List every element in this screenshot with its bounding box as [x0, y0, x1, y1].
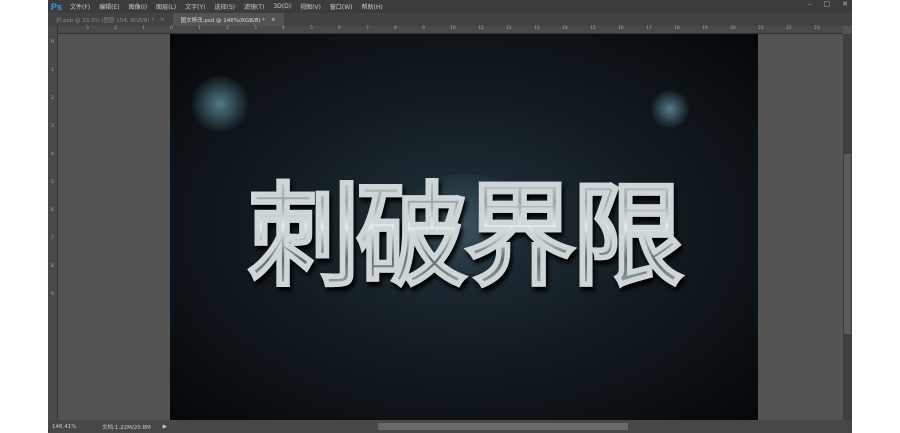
menu-view[interactable]: 视图(V) [300, 2, 321, 11]
menu-help[interactable]: 帮助(H) [362, 2, 383, 11]
maximize-button[interactable]: □ [824, 0, 831, 8]
ruler-tick-label: 2 [226, 26, 229, 31]
ruler-tick-label: 23 [814, 26, 820, 31]
menu-file[interactable]: 文件(F) [70, 2, 90, 11]
ruler-tick-label: 9 [51, 292, 54, 297]
menu-3d[interactable]: 3D(D) [273, 3, 291, 10]
ruler-tick-label: 19 [702, 26, 708, 31]
ruler-tick-label: 20 [730, 26, 736, 31]
menu-type[interactable]: 文字(Y) [185, 2, 205, 11]
horizontal-scrollbar[interactable] [378, 423, 628, 430]
ruler-tick-label: 14 [562, 26, 568, 31]
tab-label: 图文移改.psd @ 146%(RGB/8) * [180, 17, 265, 24]
ruler-tick-label: 8 [51, 264, 54, 269]
ruler-tick-label: 1 [142, 26, 145, 31]
ruler-tick-label: 16 [618, 26, 624, 31]
ruler-tick-label: 3 [86, 26, 89, 31]
menu-edit[interactable]: 编辑(E) [99, 2, 119, 11]
ruler-tick-label: 15 [590, 26, 596, 31]
menu-window[interactable]: 窗口(W) [330, 2, 353, 11]
tab-label: 坑.psb @ 33.3% (图层 154, RGB/8) * [56, 17, 155, 24]
tab-document-2[interactable]: 图文移改.psd @ 146%(RGB/8) * × [172, 13, 284, 26]
ruler-tick-label: 4 [51, 152, 54, 157]
ruler-tick-label: 11 [478, 26, 484, 31]
ruler-tick-label: 5 [51, 180, 54, 185]
ruler-tick-label: 18 [674, 26, 680, 31]
ruler-tick-label: 3 [51, 124, 54, 129]
ruler-tick-label: 12 [506, 26, 512, 31]
ruler-tick-label: 1 [51, 68, 54, 73]
scrollbar-thumb[interactable] [844, 154, 851, 334]
light-flare [190, 74, 250, 134]
ruler-tick-label: 13 [534, 26, 540, 31]
document-size: 文档:1.22M/20.8M [102, 424, 151, 431]
ruler-tick-label: 7 [51, 236, 54, 241]
photoshop-window: Ps 文件(F) 编辑(E) 图像(I) 图层(L) 文字(Y) 选择(S) 滤… [48, 0, 852, 433]
ruler-tick-label: 10 [450, 26, 456, 31]
ruler-tick-label: 9 [422, 26, 425, 31]
tab-document-1[interactable]: 坑.psb @ 33.3% (图层 154, RGB/8) * × [48, 13, 173, 26]
status-bar: 146.41% 文档:1.22M/20.8M ▶ [48, 420, 852, 433]
ruler-tick-label: 7 [366, 26, 369, 31]
menu-bar: Ps 文件(F) 编辑(E) 图像(I) 图层(L) 文字(Y) 选择(S) 滤… [48, 0, 852, 13]
menu-select[interactable]: 选择(S) [214, 2, 235, 11]
ruler-tick-label: 2 [114, 26, 117, 31]
ruler-tick-label: 0 [51, 40, 54, 45]
ruler-tick-label: 6 [338, 26, 341, 31]
menu-image[interactable]: 图像(I) [129, 2, 147, 11]
menu-layer[interactable]: 图层(L) [156, 2, 176, 11]
canvas-title-text: 刺破界限 [170, 146, 758, 308]
ruler-tick-label: 17 [646, 26, 652, 31]
vertical-scrollbar[interactable] [843, 34, 852, 420]
ruler-tick-label: 4 [282, 26, 285, 31]
vertical-ruler[interactable]: 0 1 2 3 4 5 6 7 8 9 [48, 26, 58, 420]
menu-filter[interactable]: 滤镜(T) [244, 2, 264, 11]
ruler-tick-label: 5 [310, 26, 313, 31]
ruler-tick-label: 21 [758, 26, 764, 31]
status-menu-arrow[interactable]: ▶ [163, 424, 167, 430]
ruler-tick-label: 6 [51, 208, 54, 213]
ruler-tick-label: 0 [170, 26, 173, 31]
light-flare [650, 89, 690, 129]
ruler-tick-label: 3 [254, 26, 257, 31]
close-icon[interactable]: × [271, 17, 276, 23]
photoshop-logo: Ps [51, 1, 63, 12]
ruler-tick-label: 22 [786, 26, 792, 31]
horizontal-ruler[interactable]: 3 2 1 0 1 2 3 4 5 6 7 8 9 10 11 12 13 14 15 16 17 18 19 20 21 22 2… [58, 26, 843, 34]
ruler-tick-label: 8 [394, 26, 397, 31]
ruler-tick-label: 1 [198, 26, 201, 31]
close-icon[interactable]: × [160, 17, 165, 23]
document-canvas[interactable]: 刺破界限 [170, 34, 758, 420]
document-tabs: 坑.psb @ 33.3% (图层 154, RGB/8) * × 图文移改.ps… [48, 13, 852, 26]
zoom-level[interactable]: 146.41% [52, 424, 92, 430]
minimize-button[interactable]: – [808, 0, 812, 8]
ruler-tick-label: 2 [51, 96, 54, 101]
close-window-button[interactable]: ✕ [842, 0, 848, 8]
